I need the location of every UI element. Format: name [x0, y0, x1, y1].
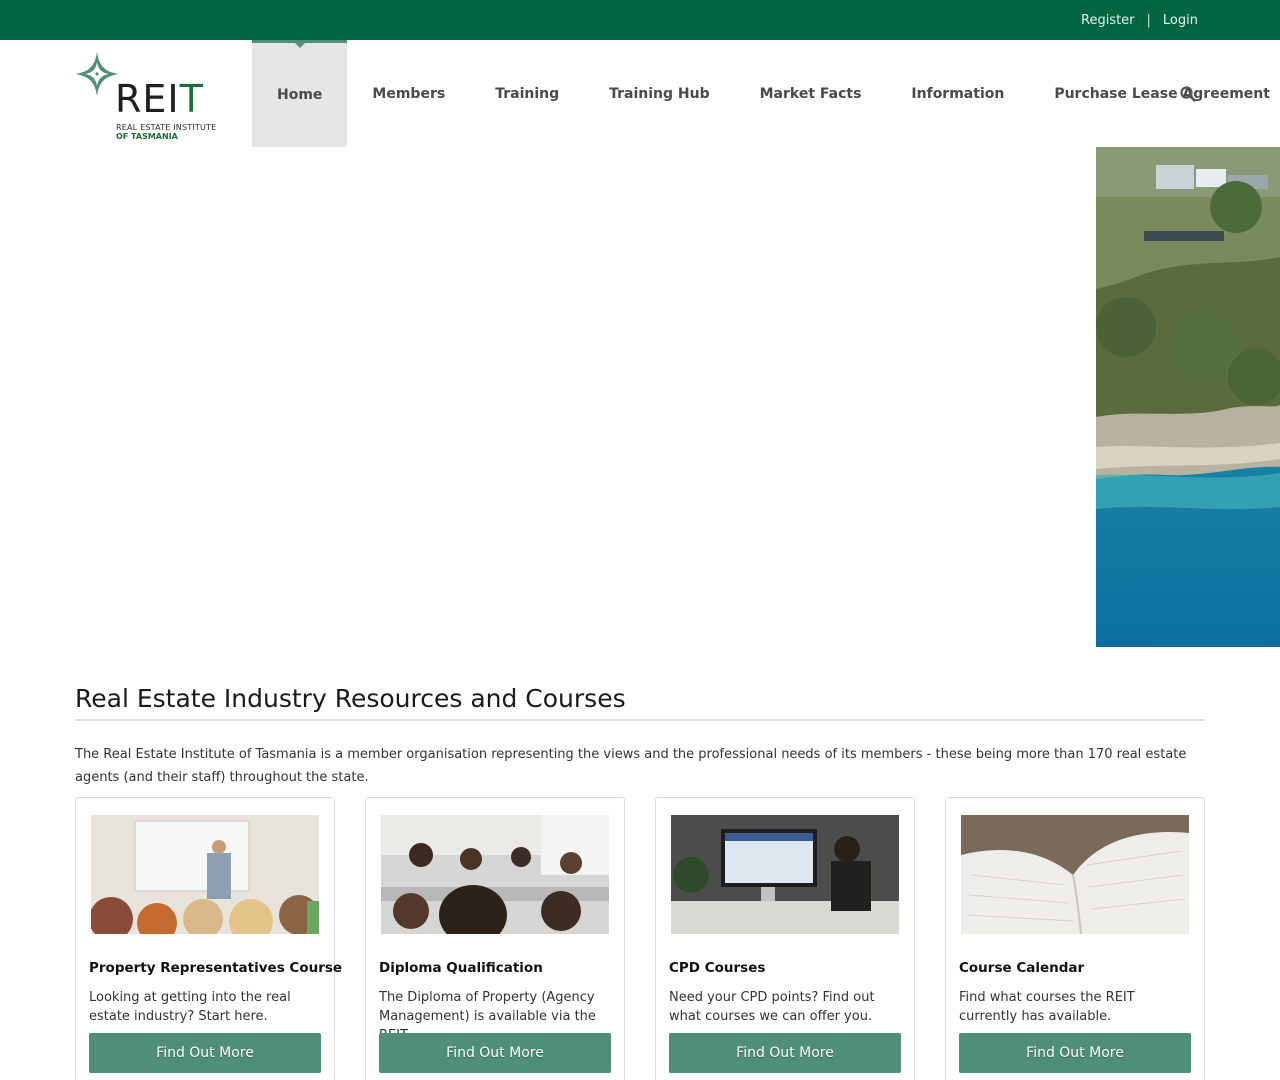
card-diploma-qualification: Diploma Qualification The Diploma of Pro…	[365, 797, 625, 1080]
nav-item-members[interactable]: Members	[347, 40, 470, 147]
site-header: REIT REAL ESTATE INSTITUTE OF TASMANIA H…	[0, 40, 1280, 147]
search-icon[interactable]	[1178, 84, 1198, 104]
register-link[interactable]: Register	[1081, 13, 1135, 28]
top-utility-bar: Register | Login	[0, 0, 1280, 40]
reit-logo[interactable]: REIT REAL ESTATE INSTITUTE OF TASMANIA	[75, 50, 217, 142]
hero-banner	[0, 147, 1280, 647]
card-property-representatives: Property Representatives Course Looking …	[75, 797, 342, 1080]
find-out-more-button[interactable]: Find Out More	[89, 1033, 321, 1073]
classroom-teacher-photo	[91, 815, 319, 934]
card-title: CPD Courses	[669, 960, 766, 976]
logo-wordmark-main: REI	[115, 77, 180, 121]
nav-item-home[interactable]: Home	[252, 40, 348, 147]
card-title: Property Representatives Course	[89, 960, 343, 976]
login-link[interactable]: Login	[1163, 13, 1198, 28]
intro-paragraph: The Real Estate Institute of Tasmania is…	[75, 747, 1187, 785]
account-links: Register | Login	[1081, 0, 1198, 40]
card-course-calendar: Course Calendar Find what courses the RE…	[945, 797, 1205, 1080]
logo-subtitle-2: OF TASMANIA	[116, 132, 178, 141]
nav-item-purchase-lease-agreement[interactable]: Purchase Lease Agreement	[1029, 40, 1280, 147]
title-divider	[75, 719, 1205, 721]
page-title: Real Estate Industry Resources and Cours…	[75, 684, 626, 721]
main-navigation: Home Members Training Training Hub Marke…	[252, 40, 1280, 147]
card-title: Course Calendar	[959, 960, 1085, 976]
link-separator: |	[1146, 12, 1151, 28]
logo-wordmark-accent: T	[179, 77, 204, 121]
nav-item-market-facts[interactable]: Market Facts	[735, 40, 887, 147]
desk-computer-photo	[671, 815, 899, 934]
logo-wordmark: REIT	[115, 80, 204, 118]
logo-subtitle-1: REAL ESTATE INSTITUTE	[116, 123, 217, 132]
card-title: Diploma Qualification	[379, 960, 543, 976]
nav-item-information[interactable]: Information	[886, 40, 1029, 147]
nav-item-training-hub[interactable]: Training Hub	[584, 40, 735, 147]
open-planner-photo	[961, 815, 1189, 934]
find-out-more-button[interactable]: Find Out More	[379, 1033, 611, 1073]
nav-item-training[interactable]: Training	[470, 40, 584, 147]
card-text: Looking at getting into the real estate …	[89, 990, 291, 1024]
find-out-more-button[interactable]: Find Out More	[959, 1033, 1191, 1073]
card-text: Find what courses the REIT currently has…	[959, 990, 1135, 1024]
card-cpd-courses: CPD Courses Need your CPD points? Find o…	[655, 797, 915, 1080]
card-text: Need your CPD points? Find out what cour…	[669, 990, 875, 1024]
find-out-more-button[interactable]: Find Out More	[669, 1033, 901, 1073]
lecture-hall-photo	[381, 815, 609, 934]
coastline-aerial-photo	[1096, 147, 1280, 647]
course-cards: Property Representatives Course Looking …	[75, 797, 1205, 1080]
